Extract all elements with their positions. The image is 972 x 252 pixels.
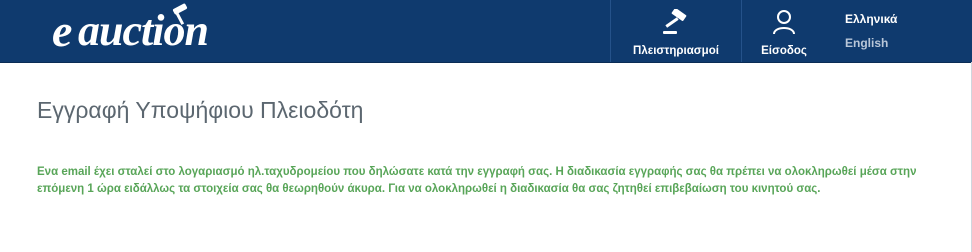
lang-english[interactable]: English [845,36,897,50]
language-switcher: Ελληνικά English [845,12,897,60]
logo-prefix: e [52,5,72,56]
user-icon [773,10,795,35]
page-title: Εγγραφή Υποψήφιου Πλειοδότη [37,97,364,123]
registration-notice: Ενα email έχει σταλεί στο λογαριασμό ηλ.… [37,166,917,195]
logo-gavel-icon [172,3,188,25]
lang-greek[interactable]: Ελληνικά [845,12,897,26]
nav-auctions[interactable]: Πλειστηριασμοί [610,0,741,62]
nav-login-label: Είσοδος [761,45,807,57]
nav-login[interactable]: Είσοδος [741,0,826,62]
nav-auctions-label: Πλειστηριασμοί [633,45,719,57]
top-navigation-bar: e auction Πλειστηριασμοί Είσοδος Ελληνικ… [0,0,972,63]
gavel-icon [663,9,687,34]
